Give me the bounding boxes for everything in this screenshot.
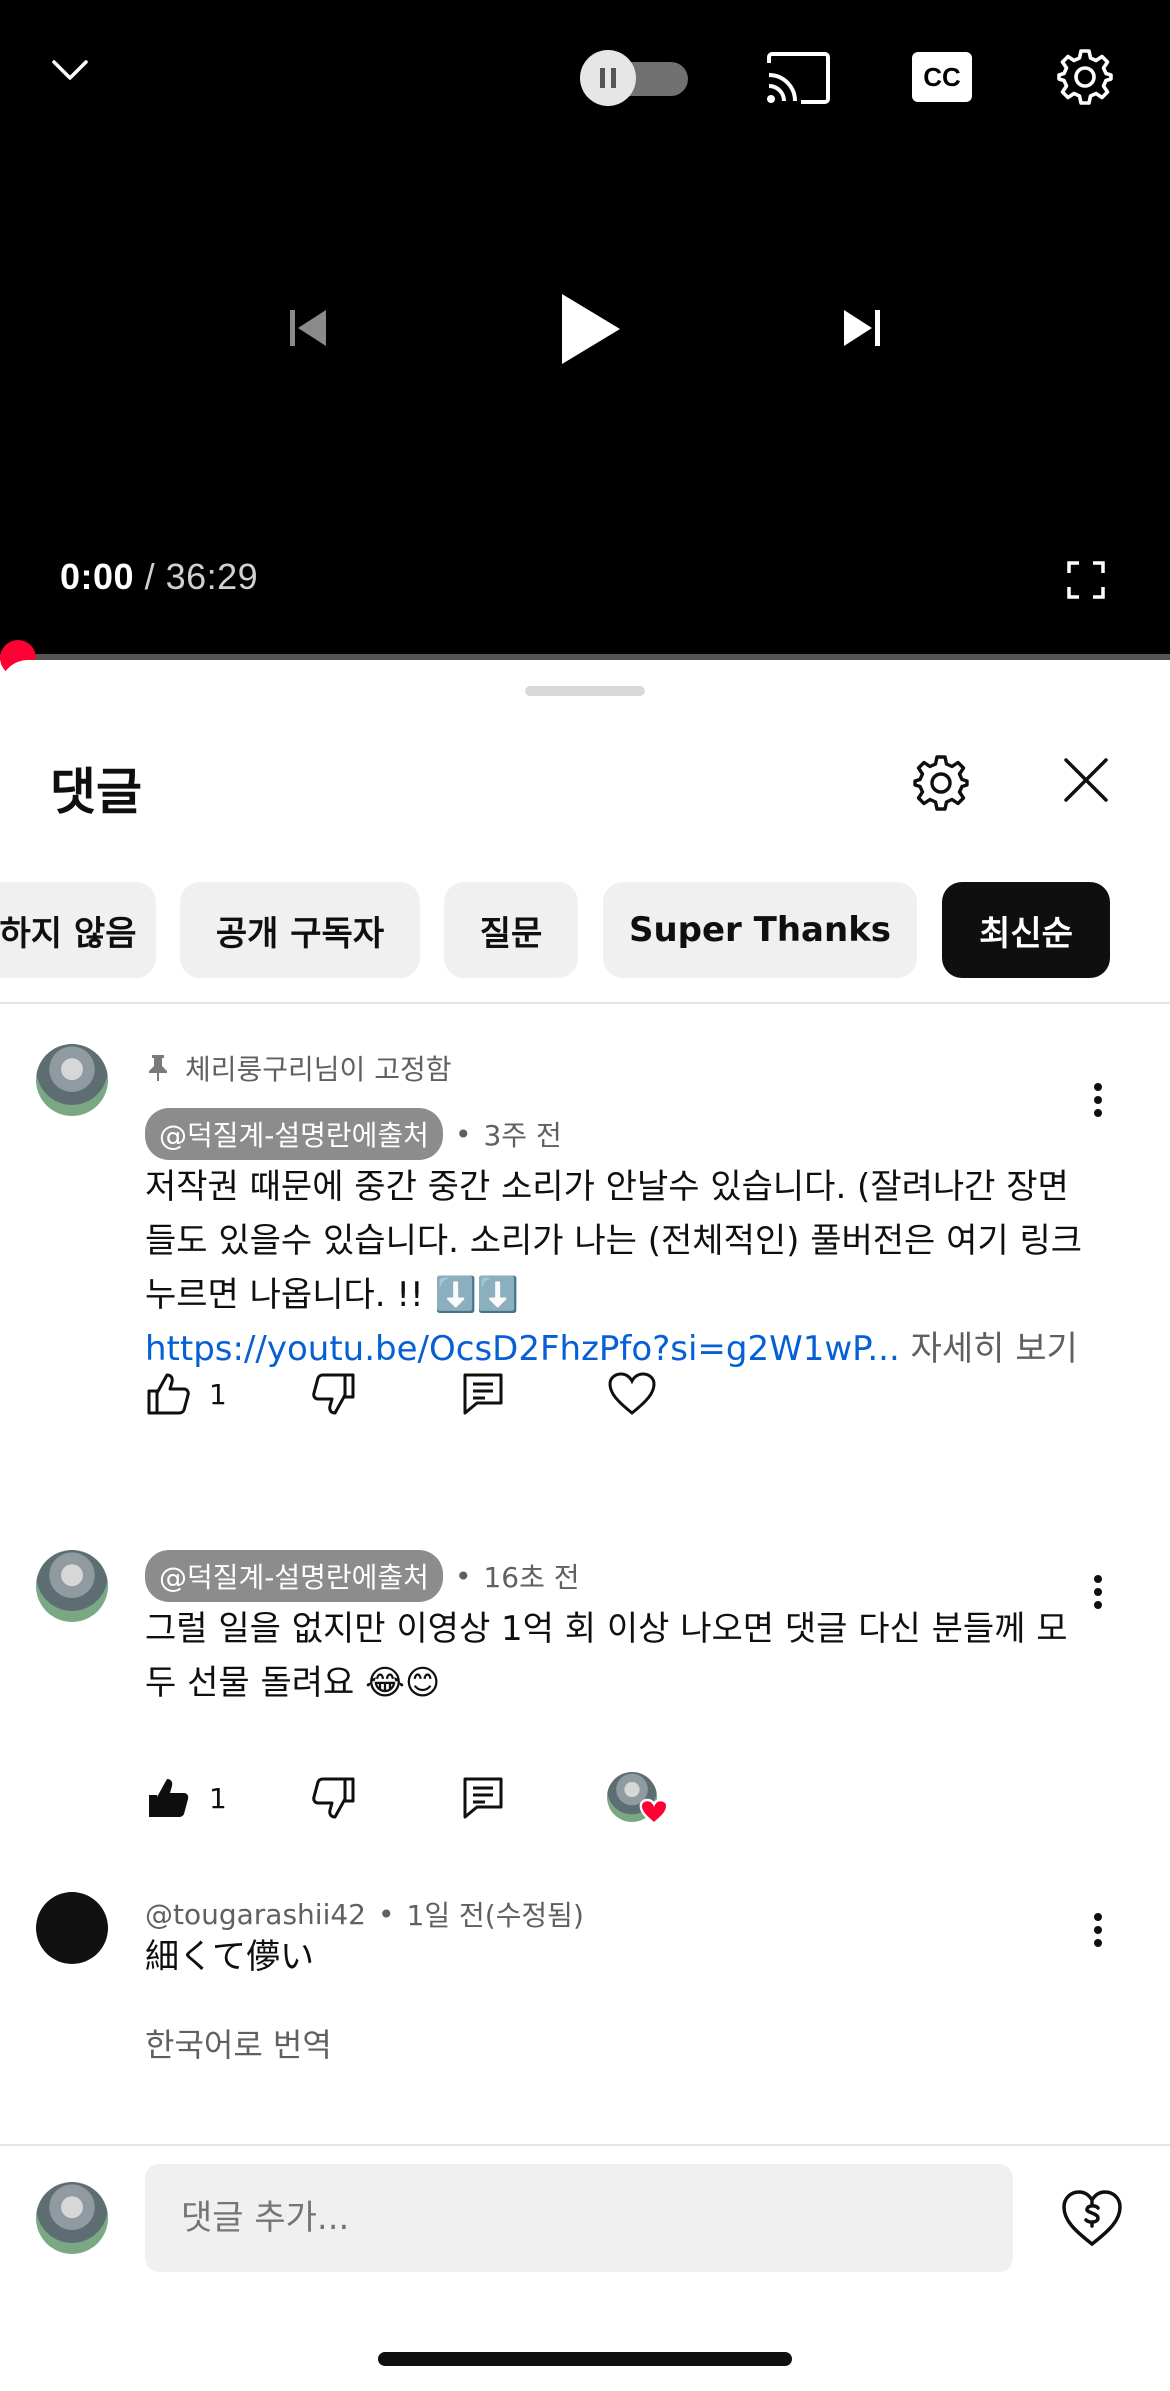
close-icon[interactable]	[1058, 752, 1114, 808]
dislike-button[interactable]	[311, 1364, 357, 1424]
video-player[interactable]: CC 0:00 / 36:29	[0, 0, 1170, 676]
like-button[interactable]: 1	[145, 1364, 227, 1424]
reply-icon	[463, 1373, 503, 1415]
comment-actions: 1	[145, 1768, 1045, 1828]
home-indicator	[378, 2352, 792, 2366]
author-handle[interactable]: @tougarashii42	[145, 1898, 366, 1931]
author-handle[interactable]: @덕질계-설명란에출처	[145, 1108, 443, 1160]
comment-time: 3주 전	[483, 1119, 562, 1152]
play-icon[interactable]	[550, 286, 630, 372]
current-time: 0:00	[60, 556, 135, 597]
reply-button[interactable]	[461, 1768, 505, 1828]
red-heart-icon	[639, 1798, 669, 1825]
comment-body: 저작권 때문에 중간 중간 소리가 안날수 있습니다. (잘려나간 장면들도 있…	[145, 1167, 1083, 1315]
filter-chips: 하지 않음 공개 구독자 질문 Super Thanks 최신순	[0, 882, 1170, 980]
like-count: 1	[209, 1377, 227, 1411]
previous-icon[interactable]	[278, 296, 338, 360]
sheet-title: 댓글	[50, 763, 142, 821]
comment-meta: @덕질계-설명란에출처 • 3주 전	[145, 1108, 562, 1160]
gear-icon[interactable]	[1052, 44, 1118, 110]
thumbs-down-icon	[312, 1373, 355, 1415]
time-separator: /	[144, 556, 156, 597]
meta-dot: •	[454, 1559, 472, 1593]
translate-link[interactable]: 한국어로 번역	[145, 2020, 332, 2066]
drag-handle[interactable]	[525, 686, 645, 696]
fullscreen-icon[interactable]	[1060, 554, 1112, 606]
comment-text: 細くて儚い	[145, 1937, 314, 1977]
heart-icon	[608, 1372, 656, 1415]
thumbs-up-icon	[147, 1373, 190, 1415]
chip-super-thanks[interactable]: Super Thanks	[603, 882, 917, 978]
comment-actions: 1	[145, 1364, 1045, 1424]
reply-button[interactable]	[461, 1364, 505, 1424]
comment-item: 체리룽구리님이 고정함 @덕질계-설명란에출처 • 3주 전 저작권 때문에 중…	[0, 1044, 1170, 1424]
more-options-icon[interactable]	[1080, 1562, 1116, 1622]
pause-icon	[580, 50, 636, 106]
comments-sheet: 댓글 하지 않음 공개 구독자 질문 Super Thanks 최신순 체리룽구…	[0, 660, 1170, 2391]
comment-item: @tougarashii42 • 1일 전(수정됨) 細くて儚い 한국어로 번역	[0, 1892, 1170, 2092]
read-more-link[interactable]: 자세히 보기	[911, 1329, 1078, 1369]
chip-newest[interactable]: 최신순	[942, 882, 1110, 978]
comment-time: 16초 전	[483, 1561, 580, 1594]
comment-settings-icon[interactable]	[908, 750, 974, 816]
cc-icon[interactable]: CC	[912, 52, 972, 102]
author-handle[interactable]: @덕질계-설명란에출처	[145, 1550, 443, 1602]
heart-button[interactable]	[607, 1364, 657, 1424]
pin-icon	[149, 1055, 167, 1081]
pinned-text: 체리룽구리님이 고정함	[185, 1053, 452, 1086]
compose-divider	[0, 2144, 1170, 2146]
cc-label: CC	[923, 61, 961, 92]
duration: 36:29	[165, 556, 259, 597]
chips-divider	[0, 1002, 1170, 1004]
comment-item: @덕질계-설명란에출처 • 16초 전 그럴 일을 없지만 이영상 1억 회 이…	[0, 1550, 1170, 1860]
comment-meta: @덕질계-설명란에출처 • 16초 전	[145, 1550, 580, 1602]
next-icon[interactable]	[832, 296, 892, 360]
cast-icon[interactable]	[760, 46, 836, 110]
add-comment-input[interactable]	[145, 2164, 1013, 2272]
chevron-down-icon[interactable]	[40, 40, 100, 100]
avatar[interactable]	[36, 1892, 108, 1964]
meta-dot: •	[454, 1117, 472, 1151]
thumbs-down-icon	[312, 1777, 355, 1819]
like-count: 1	[209, 1781, 227, 1815]
comment-text: 그럴 일을 없지만 이영상 1억 회 이상 나오면 댓글 다신 분들께 모두 선…	[145, 1609, 1068, 1703]
avatar[interactable]	[36, 1550, 108, 1622]
comment-text: 저작권 때문에 중간 중간 소리가 안날수 있습니다. (잘려나간 장면들도 있…	[145, 1160, 1085, 1376]
time-display: 0:00 / 36:29	[60, 556, 258, 598]
chip-0[interactable]: 하지 않음	[0, 882, 156, 978]
like-button[interactable]: 1	[145, 1768, 227, 1828]
more-options-icon[interactable]	[1080, 1070, 1116, 1130]
comment-time: 1일 전(수정됨)	[406, 1899, 584, 1932]
comment-link[interactable]: https://youtu.be/OcsD2FhzPfo?si=g2W1wP..…	[145, 1329, 900, 1369]
meta-dot: •	[377, 1897, 395, 1931]
chip-questions[interactable]: 질문	[444, 882, 578, 978]
super-thanks-icon[interactable]	[1056, 2182, 1128, 2254]
thumbs-up-filled-icon	[149, 1779, 189, 1817]
reply-icon	[463, 1777, 503, 1819]
chip-public-subscribers[interactable]: 공개 구독자	[180, 882, 420, 978]
more-options-icon[interactable]	[1080, 1900, 1116, 1960]
my-avatar[interactable]	[36, 2182, 108, 2254]
autoplay-toggle[interactable]	[580, 50, 690, 106]
pinned-label: 체리룽구리님이 고정함	[145, 1048, 452, 1088]
avatar[interactable]	[36, 1044, 108, 1116]
creator-heart[interactable]	[607, 1768, 677, 1828]
comment-meta: @tougarashii42 • 1일 전(수정됨)	[145, 1894, 584, 1934]
dislike-button[interactable]	[311, 1768, 357, 1828]
